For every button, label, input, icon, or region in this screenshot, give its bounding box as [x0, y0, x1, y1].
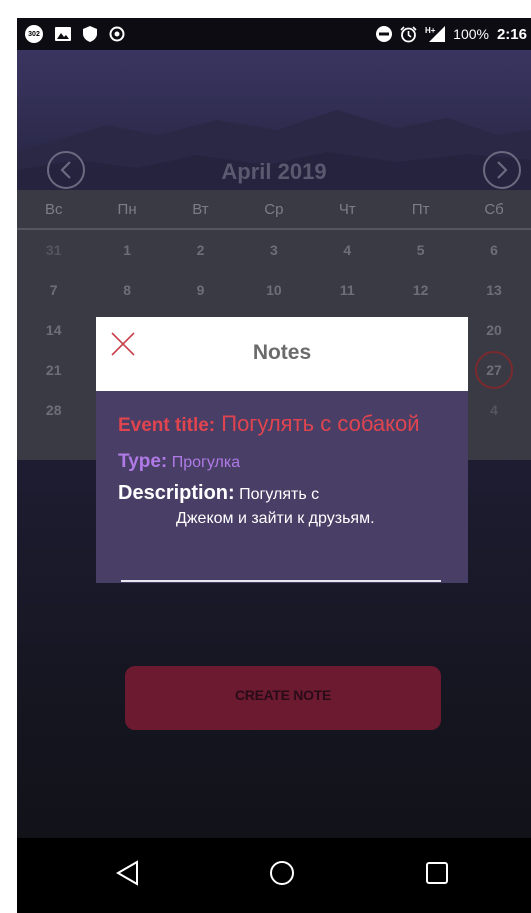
phone-screen: 302 H+ 100% 2:16 April 2019 Вс Пн Вт Ср …	[17, 18, 531, 913]
calendar-day[interactable]: 31	[17, 242, 90, 258]
weekday-label: Вт	[192, 200, 209, 218]
type-row: Type: Прогулка	[118, 451, 458, 473]
status-bar: 302 H+ 100% 2:16	[17, 18, 531, 50]
description-row: Description: Погулять с Джеком и зайти к…	[118, 481, 458, 531]
calendar-day[interactable]: 14	[17, 322, 90, 338]
calendar-day[interactable]: 12	[384, 282, 457, 298]
svg-text:H+: H+	[425, 26, 436, 35]
target-icon	[109, 26, 125, 42]
calendar-day[interactable]: 3	[237, 242, 310, 258]
weekday-label: Ср	[264, 200, 284, 218]
dialog-header: Notes	[96, 317, 468, 391]
calendar-week: 7 8 9 10 11 12 13	[17, 270, 531, 310]
calendar-day[interactable]: 13	[457, 282, 530, 298]
notes-dialog: Notes Event title: Погулять с собакой Ty…	[96, 317, 468, 583]
calendar-day[interactable]: 4	[311, 242, 384, 258]
dialog-body: Event title: Погулять с собакой Type: Пр…	[118, 411, 458, 531]
weekday-header: Вс Пн Вт Ср Чт Пт Сб	[17, 190, 531, 230]
calendar-day[interactable]: 9	[164, 282, 237, 298]
weekday-label: Вс	[44, 200, 63, 218]
alarm-icon	[400, 25, 417, 42]
calendar-day-today[interactable]: 27	[475, 351, 514, 389]
clock-time: 2:16	[496, 25, 527, 43]
description-label: Description:	[118, 482, 235, 504]
weekday-label: Пт	[411, 200, 430, 218]
next-month-button[interactable]	[483, 151, 521, 189]
dialog-title: Notes	[252, 341, 312, 364]
image-icon	[55, 27, 71, 41]
description-value: Погулять с	[239, 486, 320, 503]
month-title: April 2019	[221, 159, 327, 184]
weekday-label: Сб	[484, 200, 504, 218]
calendar-day[interactable]: 8	[90, 282, 163, 298]
description-value-cont: Джеком и зайти к друзьям.	[176, 510, 375, 527]
recents-icon[interactable]	[422, 858, 452, 888]
shield-icon	[83, 26, 97, 42]
do-not-disturb-icon	[376, 26, 393, 42]
calendar-week: 31 1 2 3 4 5 6	[17, 230, 531, 270]
calendar-day[interactable]: 21	[17, 362, 90, 378]
calendar-day[interactable]: 11	[311, 282, 384, 298]
calendar-day[interactable]: 5	[384, 242, 457, 258]
system-nav-bar	[17, 838, 531, 913]
weekday-label: Чт	[338, 200, 356, 218]
create-note-button[interactable]: CREATE NOTE	[125, 666, 441, 730]
calendar-day[interactable]: 28	[17, 402, 90, 418]
type-label: Type:	[118, 451, 168, 472]
calendar-day[interactable]: 1	[90, 242, 163, 258]
notification-badge-icon: 302	[25, 25, 43, 43]
calendar-day[interactable]: 20	[457, 322, 530, 338]
calendar-day[interactable]: 6	[457, 242, 530, 258]
signal-icon: H+	[425, 26, 446, 42]
calendar-day[interactable]: 7	[17, 282, 90, 298]
battery-percent: 100%	[453, 26, 489, 42]
calendar-day[interactable]: 4	[457, 402, 530, 418]
event-title-value: Погулять с собакой	[221, 411, 420, 436]
event-title-row: Event title: Погулять с собакой	[118, 411, 458, 439]
calendar-day[interactable]: 10	[237, 282, 310, 298]
weekday-label: Пн	[117, 200, 137, 218]
type-value: Прогулка	[171, 454, 241, 471]
dialog-divider	[121, 580, 441, 582]
back-icon[interactable]	[113, 858, 143, 888]
chevron-right-icon	[497, 161, 508, 179]
calendar-day[interactable]: 2	[164, 242, 237, 258]
event-title-label: Event title:	[118, 415, 216, 436]
home-icon[interactable]	[267, 858, 297, 888]
